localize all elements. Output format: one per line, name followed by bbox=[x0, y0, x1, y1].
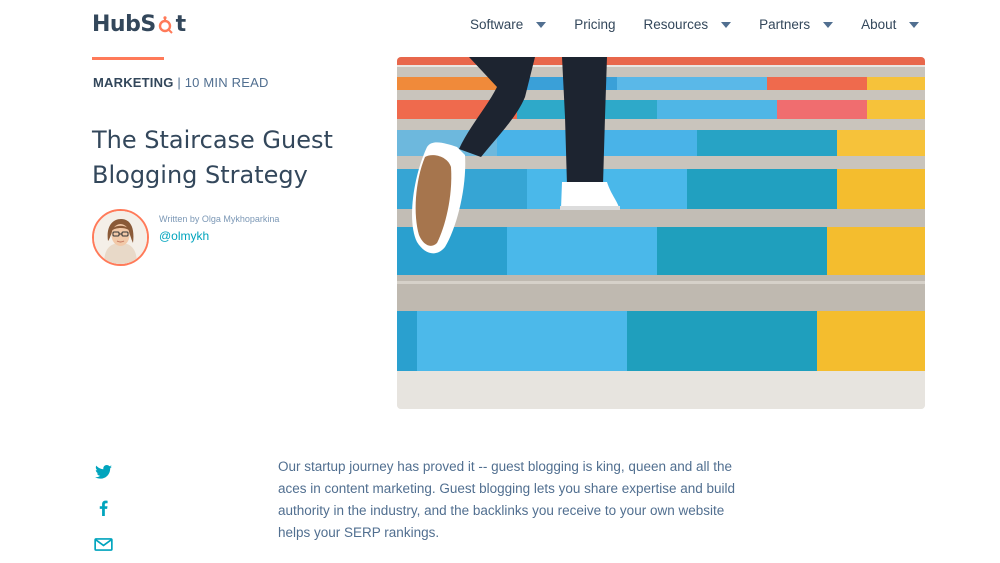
facebook-icon[interactable] bbox=[93, 498, 113, 518]
article-meta: MARKETING | 10 MIN READ bbox=[93, 75, 269, 90]
author-byline: Written by Olga Mykhoparkina bbox=[159, 214, 280, 224]
article-intro: Our startup journey has proved it -- gue… bbox=[278, 459, 736, 540]
nav-label: Partners bbox=[759, 17, 811, 32]
article-title: The Staircase Guest Blogging Strategy bbox=[92, 126, 333, 189]
chevron-down-icon bbox=[721, 22, 732, 28]
nav-item-resources[interactable]: Resources bbox=[644, 17, 732, 32]
chevron-down-icon bbox=[823, 22, 834, 28]
meta-separator: | bbox=[173, 75, 185, 90]
nav-label: Pricing bbox=[574, 17, 616, 32]
nav-label: About bbox=[861, 17, 897, 32]
nav-item-software[interactable]: Software bbox=[470, 17, 547, 32]
sprocket-icon bbox=[157, 15, 175, 34]
chevron-down-icon bbox=[536, 22, 547, 28]
nav-item-about[interactable]: About bbox=[861, 17, 920, 32]
author-avatar[interactable] bbox=[92, 209, 149, 266]
nav-label: Resources bbox=[643, 17, 709, 32]
author-block: Written by Olga Mykhoparkina @olmykh bbox=[92, 209, 279, 266]
twitter-icon[interactable] bbox=[93, 462, 113, 482]
main-nav: Software Pricing Resources Partners Abou… bbox=[470, 17, 947, 32]
nav-item-pricing[interactable]: Pricing bbox=[574, 17, 615, 32]
share-bar bbox=[93, 462, 113, 563]
category-link[interactable]: MARKETING bbox=[93, 75, 174, 90]
author-handle-link[interactable]: @olmykh bbox=[159, 229, 279, 243]
author-text: Written by Olga Mykhoparkina @olmykh bbox=[159, 214, 279, 243]
hero-image bbox=[397, 57, 925, 409]
nav-label: Software bbox=[470, 17, 524, 32]
nav-item-partners[interactable]: Partners bbox=[759, 17, 834, 32]
logo-text-tail: t bbox=[175, 12, 187, 37]
email-icon[interactable] bbox=[93, 534, 113, 554]
read-time: 10 MIN READ bbox=[184, 75, 269, 90]
accent-divider bbox=[92, 57, 164, 60]
hubspot-logo[interactable]: HubS t bbox=[92, 12, 186, 37]
logo-text-head: HubS bbox=[92, 12, 156, 37]
chevron-down-icon bbox=[909, 22, 920, 28]
